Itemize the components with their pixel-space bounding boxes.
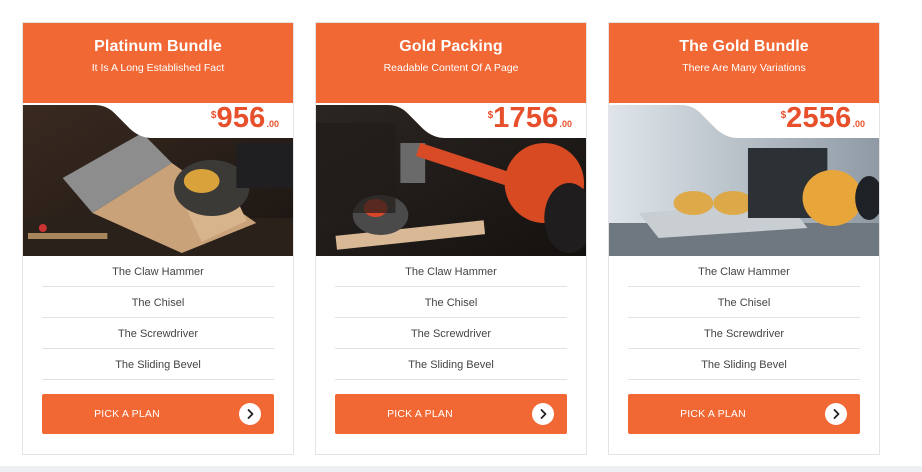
feature-item: The Chisel	[628, 287, 860, 318]
pick-plan-button[interactable]: PICK A PLAN	[42, 394, 274, 434]
plan-price: $956.00	[211, 104, 279, 133]
feature-item: The Screwdriver	[42, 318, 274, 349]
chevron-right-icon	[239, 403, 261, 425]
feature-list: The Claw Hammer The Chisel The Screwdriv…	[628, 256, 860, 380]
card-header: Gold Packing Readable Content Of A Page	[316, 23, 586, 103]
feature-list: The Claw Hammer The Chisel The Screwdriv…	[335, 256, 567, 380]
pick-plan-button[interactable]: PICK A PLAN	[335, 394, 567, 434]
card-header: Platinum Bundle It Is A Long Established…	[23, 23, 293, 103]
plan-price: $2556.00	[781, 104, 865, 133]
pricing-card-gold-packing: Gold Packing Readable Content Of A Page …	[315, 22, 587, 455]
feature-item: The Claw Hammer	[42, 256, 274, 287]
plan-subtitle: Readable Content Of A Page	[383, 62, 519, 74]
feature-item: The Screwdriver	[628, 318, 860, 349]
feature-item: The Sliding Bevel	[628, 349, 860, 380]
pick-plan-button[interactable]: PICK A PLAN	[628, 394, 860, 434]
plan-image: $956.00	[23, 103, 293, 256]
price-amount: 1756	[493, 103, 559, 134]
plan-image: $2556.00	[609, 103, 879, 256]
pricing-card-platinum: Platinum Bundle It Is A Long Established…	[22, 22, 294, 455]
feature-item: The Chisel	[335, 287, 567, 318]
pick-plan-label: PICK A PLAN	[387, 408, 453, 420]
feature-item: The Claw Hammer	[628, 256, 860, 287]
price-amount: 2556	[786, 103, 852, 134]
price-cents: .00	[266, 119, 279, 129]
price-cents: .00	[852, 119, 865, 129]
plan-title: The Gold Bundle	[679, 38, 809, 55]
feature-item: The Sliding Bevel	[42, 349, 274, 380]
plan-title: Gold Packing	[399, 38, 503, 55]
plan-subtitle: There Are Many Variations	[682, 62, 806, 74]
plan-price: $1756.00	[488, 104, 572, 133]
feature-list: The Claw Hammer The Chisel The Screwdriv…	[42, 256, 274, 380]
chevron-right-icon	[825, 403, 847, 425]
price-currency: $	[210, 110, 217, 121]
price-cents: .00	[559, 119, 572, 129]
page-footer-strip	[0, 466, 922, 472]
pick-plan-label: PICK A PLAN	[680, 408, 746, 420]
feature-item: The Chisel	[42, 287, 274, 318]
price-currency: $	[780, 110, 787, 121]
feature-item: The Claw Hammer	[335, 256, 567, 287]
chevron-right-icon	[532, 403, 554, 425]
feature-item: The Screwdriver	[335, 318, 567, 349]
plan-subtitle: It Is A Long Established Fact	[91, 62, 225, 74]
card-header: The Gold Bundle There Are Many Variation…	[609, 23, 879, 103]
plan-title: Platinum Bundle	[94, 38, 222, 55]
pick-plan-label: PICK A PLAN	[94, 408, 160, 420]
price-amount: 956	[216, 103, 266, 134]
price-currency: $	[487, 110, 494, 121]
plan-image: $1756.00	[316, 103, 586, 256]
feature-item: The Sliding Bevel	[335, 349, 567, 380]
pricing-card-gold-bundle: The Gold Bundle There Are Many Variation…	[608, 22, 880, 455]
